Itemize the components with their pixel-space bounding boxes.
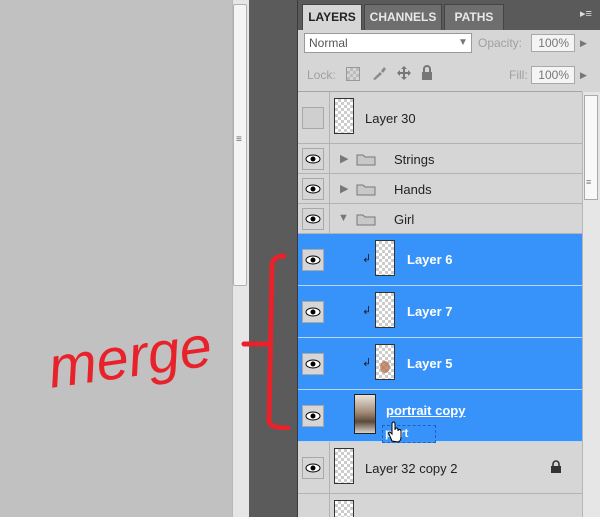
layer-row-partial[interactable] (298, 494, 582, 517)
lock-transparency-icon[interactable] (346, 67, 360, 81)
eye-icon (305, 307, 321, 317)
visibility-toggle[interactable] (302, 249, 324, 271)
eye-icon (305, 214, 321, 224)
eye-icon (305, 463, 321, 473)
row-divider (329, 174, 330, 203)
visibility-toggle[interactable] (302, 353, 324, 375)
layer-thumbnail (334, 98, 354, 134)
layer-row-layer-6[interactable]: ↲ Layer 6 (298, 234, 582, 286)
merge-label: merge (44, 313, 216, 400)
layer-name: Layer 7 (407, 304, 453, 319)
lock-position-move-icon[interactable] (396, 65, 412, 81)
collapse-triangle-icon[interactable]: ▼ (338, 212, 349, 224)
panel-menu-icon[interactable]: ▸≡ (580, 7, 596, 21)
layer-name: Layer 6 (407, 252, 453, 267)
expand-triangle-icon[interactable]: ▶ (340, 182, 348, 195)
folder-icon (356, 154, 376, 166)
layer-name: portrait copy (386, 403, 466, 418)
layer-name: Hands (394, 182, 432, 197)
folder-icon (356, 184, 376, 196)
visibility-toggle[interactable] (302, 457, 324, 479)
layer-name: Strings (394, 152, 435, 167)
fill-input[interactable]: 100% (531, 66, 575, 84)
layer-name: Layer 30 (365, 111, 416, 126)
opacity-input[interactable]: 100% (531, 34, 575, 52)
layer-row-hands[interactable]: ▶ Hands (298, 174, 582, 204)
merge-bracket (266, 253, 291, 430)
visibility-toggle[interactable] (302, 107, 324, 129)
tab-channels[interactable]: CHANNELS (364, 4, 442, 30)
layer-row-layer-5[interactable]: ↲ Layer 5 (298, 338, 582, 390)
panel-tab-bar: LAYERS CHANNELS PATHS (298, 0, 600, 30)
layer-row-girl[interactable]: ▼ Girl (298, 204, 582, 234)
blend-mode-select[interactable]: Normal (304, 33, 472, 53)
fill-label: Fill: (509, 68, 528, 82)
row-divider (329, 494, 330, 517)
clipping-arrow-icon: ↲ (362, 253, 372, 265)
layer-thumbnail (375, 344, 395, 380)
layer-row-layer-30[interactable]: Layer 30 (298, 92, 582, 144)
layer-name: Layer 32 copy 2 (365, 461, 458, 476)
clipping-arrow-icon: ↲ (362, 357, 372, 369)
layer-row-layer-32-copy-2[interactable]: Layer 32 copy 2 (298, 442, 582, 494)
eye-icon (305, 184, 321, 194)
visibility-toggle[interactable] (302, 148, 324, 170)
opacity-arrow-icon[interactable]: ▶ (580, 38, 587, 49)
layer-name: Girl (394, 212, 415, 227)
eye-icon (305, 154, 321, 164)
lock-label: Lock: (307, 68, 336, 82)
hand-cursor-icon (388, 421, 402, 443)
layer-thumbnail (334, 448, 354, 484)
layer-row-layer-7[interactable]: ↲ Layer 7 (298, 286, 582, 338)
merge-annotation: merge (44, 253, 291, 430)
visibility-toggle[interactable] (302, 178, 324, 200)
eye-icon (305, 359, 321, 369)
lock-all-icon[interactable] (420, 65, 434, 81)
visibility-toggle[interactable] (302, 405, 324, 427)
scroll-grip-icon: ≡ (586, 177, 592, 187)
fill-arrow-icon[interactable]: ▶ (580, 70, 587, 81)
visibility-toggle[interactable] (302, 208, 324, 230)
eye-icon (305, 255, 321, 265)
scroll-grip-icon: ≡ (236, 134, 242, 145)
chevron-down-icon[interactable]: ▼ (455, 33, 471, 53)
layer-thumbnail (375, 292, 395, 328)
visibility-toggle[interactable] (302, 301, 324, 323)
row-divider (329, 204, 330, 233)
layer-name: Layer 5 (407, 356, 453, 371)
row-divider (329, 144, 330, 173)
tab-layers[interactable]: LAYERS (302, 4, 362, 30)
layers-list: Layer 30 ▶ Strings ▶ Hands ▼ Girl ↲ Laye… (298, 92, 582, 517)
layer-thumbnail (334, 500, 354, 517)
lock-image-brush-icon[interactable] (371, 65, 387, 81)
opacity-label: Opacity: (478, 36, 523, 50)
row-divider (329, 442, 330, 493)
eye-icon (305, 411, 321, 421)
layer-thumbnail (354, 394, 376, 434)
row-divider (329, 92, 330, 143)
layer-row-strings[interactable]: ▶ Strings (298, 144, 582, 174)
layer-row-portrait-copy[interactable]: portrait copy port (298, 390, 582, 443)
clipping-arrow-icon: ↲ (362, 305, 372, 317)
expand-triangle-icon[interactable]: ▶ (340, 152, 348, 165)
layer-thumbnail (375, 240, 395, 276)
tab-paths[interactable]: PATHS (444, 4, 504, 30)
lock-icon (551, 460, 561, 473)
folder-open-icon (356, 214, 376, 226)
